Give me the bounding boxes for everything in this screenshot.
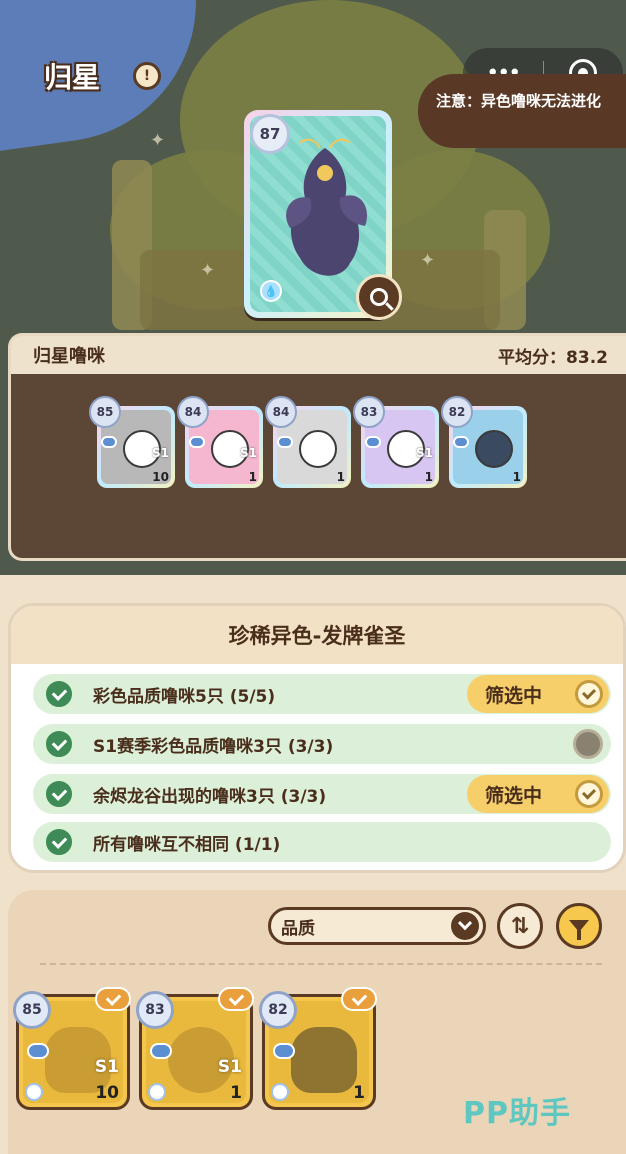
link-icon (150, 1043, 172, 1059)
pet-select-card[interactable]: 82 1 (259, 987, 377, 1110)
member-level: 82 (441, 396, 473, 428)
member-level: 84 (265, 396, 297, 428)
link-icon (189, 436, 205, 448)
member-count: 10 (152, 470, 169, 484)
requirement-row: S1赛季彩色品质噜咪3只 (3/3) (33, 724, 611, 764)
pet-select-card[interactable]: 83 S1 1 (136, 987, 254, 1110)
filter-label: 筛选中 (485, 684, 543, 707)
team-member-card[interactable]: 84 1 (265, 396, 351, 488)
link-icon (101, 436, 117, 448)
average-score: 平均分：83.2 (498, 347, 608, 368)
pet-count: 1 (230, 1083, 242, 1103)
selected-check-icon (218, 987, 254, 1011)
magnifier-icon (370, 288, 388, 306)
element-icon (271, 1083, 289, 1101)
selected-check-icon (95, 987, 131, 1011)
pet-count: 1 (353, 1083, 365, 1103)
team-member-card[interactable]: 82 1 (441, 396, 527, 488)
main-pet-level: 87 (250, 114, 290, 154)
filter-toggle-active[interactable]: 筛选中 (467, 775, 609, 813)
pet-select-card[interactable]: 85 S1 10 (13, 987, 131, 1110)
filter-label: 筛选中 (485, 784, 543, 807)
link-icon (453, 436, 469, 448)
sort-label: 品质 (281, 918, 315, 939)
quest-panel: 珍稀异色-发牌雀圣 彩色品质噜咪5只 (5/5) 筛选中 S1赛季彩色品质噜咪3… (8, 603, 626, 873)
pet-creature-art (286, 138, 368, 276)
member-season: S1 (152, 446, 169, 460)
link-icon (273, 1043, 295, 1059)
evolution-notice: 注意：异色噜咪无法进化 (418, 74, 626, 148)
pet-level: 82 (259, 991, 297, 1029)
info-icon[interactable]: ! (133, 62, 161, 90)
member-count: 1 (248, 470, 257, 484)
team-member-card[interactable]: 84 S1 1 (177, 396, 263, 488)
checkmark-icon (575, 680, 603, 708)
element-icon (25, 1083, 43, 1101)
pet-season: S1 (217, 1057, 242, 1077)
zoom-magnifier-button[interactable] (356, 274, 402, 320)
member-season: S1 (240, 446, 257, 460)
sparkle-icon: ✦ (150, 130, 166, 151)
filter-toggle-active[interactable]: 筛选中 (467, 675, 609, 713)
team-members-row: 85 S1 10 84 S1 1 84 1 83 S1 1 82 1 (89, 396, 527, 488)
sort-arrows-icon: ⇅ (510, 913, 530, 939)
dashed-divider (40, 963, 602, 965)
filter-toggle-inactive[interactable] (573, 729, 603, 759)
quest-title: 珍稀异色-发牌雀圣 (11, 606, 623, 664)
funnel-icon (569, 920, 589, 940)
member-count: 1 (336, 470, 345, 484)
pet-face (475, 430, 513, 468)
chevron-down-icon (451, 912, 479, 940)
sort-dropdown[interactable]: 品质 (268, 907, 486, 945)
requirement-text: 彩色品质噜咪5只 (5/5) (93, 686, 276, 707)
checkmark-icon (575, 780, 603, 808)
requirement-text: 所有噜咪互不相同 (1/1) (93, 834, 281, 855)
requirement-text: S1赛季彩色品质噜咪3只 (3/3) (93, 736, 334, 757)
pet-level: 83 (136, 991, 174, 1029)
member-level: 83 (353, 396, 385, 428)
pet-silhouette (291, 1027, 357, 1093)
team-panel: 归星噜咪 平均分：83.2 85 S1 10 84 S1 1 84 1 83 S… (8, 333, 626, 561)
member-level: 85 (89, 396, 121, 428)
member-count: 1 (512, 470, 521, 484)
element-icon (148, 1083, 166, 1101)
requirement-row: 所有噜咪互不相同 (1/1) (33, 822, 611, 862)
filter-button[interactable] (556, 903, 602, 949)
selected-check-icon (341, 987, 377, 1011)
water-drop-icon: 💧 (260, 280, 282, 302)
pet-count: 10 (95, 1083, 119, 1103)
requirement-row: 余烬龙谷出现的噜咪3只 (3/3) 筛选中 (33, 774, 611, 814)
requirement-row: 彩色品质噜咪5只 (5/5) 筛选中 (33, 674, 611, 714)
member-season: S1 (416, 446, 433, 460)
sparkle-icon: ✦ (200, 260, 216, 281)
requirement-text: 余烬龙谷出现的噜咪3只 (3/3) (93, 786, 327, 807)
pet-season: S1 (94, 1057, 119, 1077)
page-title: 归星 (44, 61, 101, 94)
watermark-text: PP助手 (463, 1096, 571, 1131)
member-count: 1 (424, 470, 433, 484)
pet-level: 85 (13, 991, 51, 1029)
check-circle-icon (43, 826, 75, 858)
sparkle-icon: ✦ (420, 250, 436, 271)
pet-face (299, 430, 337, 468)
member-level: 84 (177, 396, 209, 428)
check-circle-icon (43, 728, 75, 760)
link-icon (365, 436, 381, 448)
check-circle-icon (43, 778, 75, 810)
link-icon (27, 1043, 49, 1059)
team-header: 归星噜咪 平均分：83.2 (11, 336, 626, 374)
team-title: 归星噜咪 (33, 346, 105, 367)
sort-order-button[interactable]: ⇅ (497, 903, 543, 949)
check-circle-icon (43, 678, 75, 710)
team-member-card[interactable]: 83 S1 1 (353, 396, 439, 488)
team-member-card[interactable]: 85 S1 10 (89, 396, 175, 488)
link-icon (277, 436, 293, 448)
